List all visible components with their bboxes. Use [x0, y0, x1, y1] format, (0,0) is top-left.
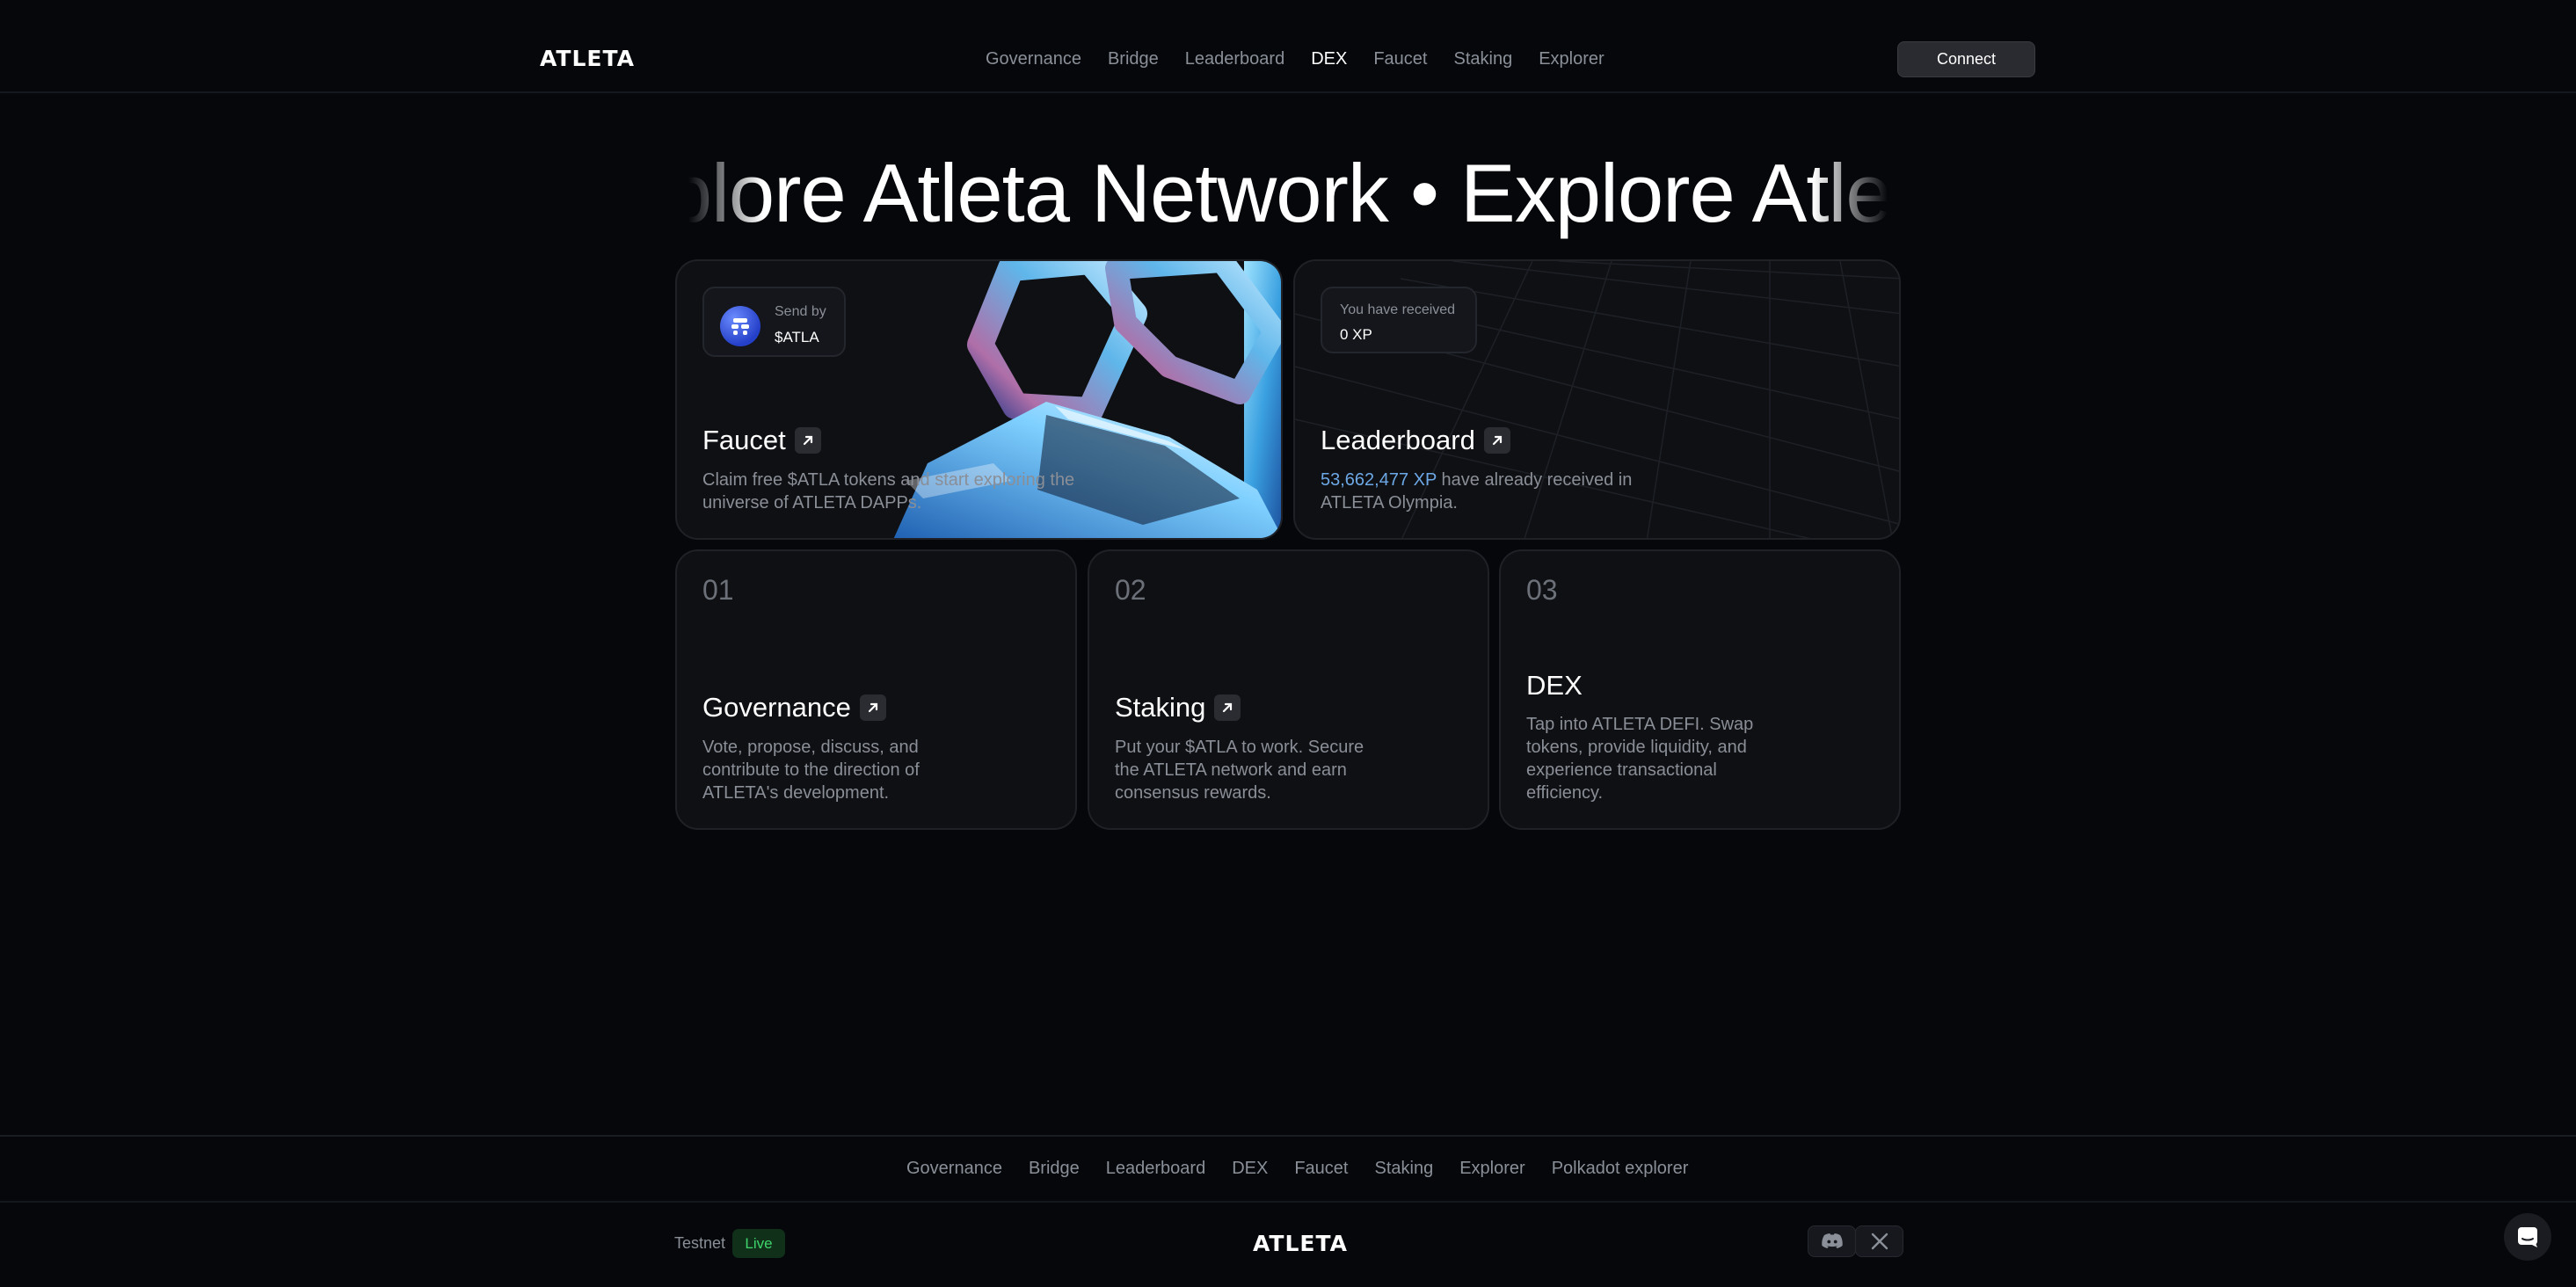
footer-divider-bottom: [0, 1201, 2576, 1203]
x-icon: [1871, 1232, 1888, 1250]
staking-number: 02: [1115, 574, 1146, 606]
footer-nav: Governance Bridge Leaderboard DEX Faucet…: [906, 1159, 1688, 1179]
footer-divider-top: [0, 1135, 2576, 1137]
staking-title: Staking: [1115, 692, 1206, 723]
footer-link-staking[interactable]: Staking: [1375, 1159, 1434, 1179]
governance-title-row[interactable]: Governance: [702, 692, 886, 723]
faucet-description: Claim free $ATLA tokens and start explor…: [702, 470, 1075, 513]
faucet-card[interactable]: Send by $ATLA Faucet Claim free $ATLA to…: [675, 259, 1283, 540]
footer-link-polkadot-explorer[interactable]: Polkadot explorer: [1552, 1159, 1689, 1179]
nav-dex[interactable]: DEX: [1311, 49, 1347, 69]
governance-description: Vote, propose, discuss, and contribute t…: [702, 738, 920, 803]
dex-title-row[interactable]: DEX: [1526, 670, 1583, 702]
status-badge: Live: [732, 1229, 785, 1258]
main-nav: Governance Bridge Leaderboard DEX Faucet…: [986, 49, 1605, 69]
x-button[interactable]: [1855, 1225, 1903, 1257]
nav-staking[interactable]: Staking: [1454, 49, 1513, 69]
governance-number: 01: [702, 574, 734, 606]
send-by-label: Send by: [775, 304, 826, 319]
footer-link-faucet[interactable]: Faucet: [1294, 1159, 1348, 1179]
leaderboard-description: 53,662,477 XP have already received in A…: [1321, 469, 1690, 514]
footer-link-bridge[interactable]: Bridge: [1029, 1159, 1080, 1179]
total-xp-value: 53,662,477 XP: [1321, 470, 1437, 490]
send-by-chip: Send by $ATLA: [702, 287, 846, 357]
arrow-up-right-icon: [1483, 427, 1510, 454]
nav-faucet[interactable]: Faucet: [1373, 49, 1427, 69]
nav-governance[interactable]: Governance: [986, 49, 1081, 69]
arrow-up-right-icon: [1214, 694, 1241, 721]
arrow-up-right-icon: [859, 694, 886, 721]
marquee-fade-right: [1813, 141, 1901, 251]
footer-link-dex[interactable]: DEX: [1232, 1159, 1268, 1179]
marquee-fade-left: [675, 141, 763, 251]
footer-logo[interactable]: ATLETA: [1253, 1231, 1348, 1256]
leaderboard-title: Leaderboard: [1321, 425, 1475, 455]
staking-card[interactable]: 02 Staking Put your $ATLA to work. Secur…: [1088, 549, 1489, 830]
footer-link-governance[interactable]: Governance: [906, 1159, 1002, 1179]
faucet-title: Faucet: [702, 425, 786, 455]
chat-button[interactable]: [2504, 1213, 2551, 1261]
nav-explorer[interactable]: Explorer: [1539, 49, 1604, 69]
staking-title-row[interactable]: Staking: [1115, 692, 1241, 723]
dex-title: DEX: [1526, 670, 1583, 701]
footer-link-leaderboard[interactable]: Leaderboard: [1106, 1159, 1205, 1179]
footer-link-explorer[interactable]: Explorer: [1459, 1159, 1524, 1179]
leaderboard-title-row[interactable]: Leaderboard: [1321, 425, 1510, 456]
dex-card[interactable]: 03 DEX Tap into ATLETA DEFI. Swap tokens…: [1499, 549, 1901, 830]
send-by-token: $ATLA: [775, 329, 819, 345]
atla-token-icon: [720, 306, 760, 346]
received-xp-chip: You have received 0 XP: [1321, 287, 1477, 353]
nav-leaderboard[interactable]: Leaderboard: [1185, 49, 1284, 69]
dex-number: 03: [1526, 574, 1558, 606]
page: ATLETA Governance Bridge Leaderboard DEX…: [0, 0, 2576, 1287]
hero-marquee: Explore Atleta Network • Explore Atleta …: [675, 141, 1901, 251]
received-xp-value: 0 XP: [1340, 326, 1372, 343]
dex-description: Tap into ATLETA DEFI. Swap tokens, provi…: [1526, 715, 1754, 803]
network-label: Testnet: [674, 1234, 726, 1252]
leaderboard-card[interactable]: You have received 0 XP Leaderboard 53,66…: [1293, 259, 1901, 540]
governance-title: Governance: [702, 692, 851, 723]
nav-bridge[interactable]: Bridge: [1108, 49, 1159, 69]
header-logo[interactable]: ATLETA: [540, 46, 635, 71]
site-header: ATLETA Governance Bridge Leaderboard DEX…: [0, 0, 2576, 93]
marquee-text: Explore Atleta Network • Explore Atleta …: [675, 147, 1901, 239]
governance-card[interactable]: 01 Governance Vote, propose, discuss, an…: [675, 549, 1077, 830]
faucet-title-row[interactable]: Faucet: [702, 425, 821, 456]
received-label: You have received: [1340, 302, 1456, 317]
discord-button[interactable]: [1808, 1225, 1856, 1257]
discord-icon: [1821, 1233, 1843, 1248]
chat-icon: [2518, 1227, 2537, 1247]
staking-description: Put your $ATLA to work. Secure the ATLET…: [1115, 738, 1364, 803]
arrow-up-right-icon: [794, 427, 821, 454]
connect-button[interactable]: Connect: [1897, 41, 2035, 77]
